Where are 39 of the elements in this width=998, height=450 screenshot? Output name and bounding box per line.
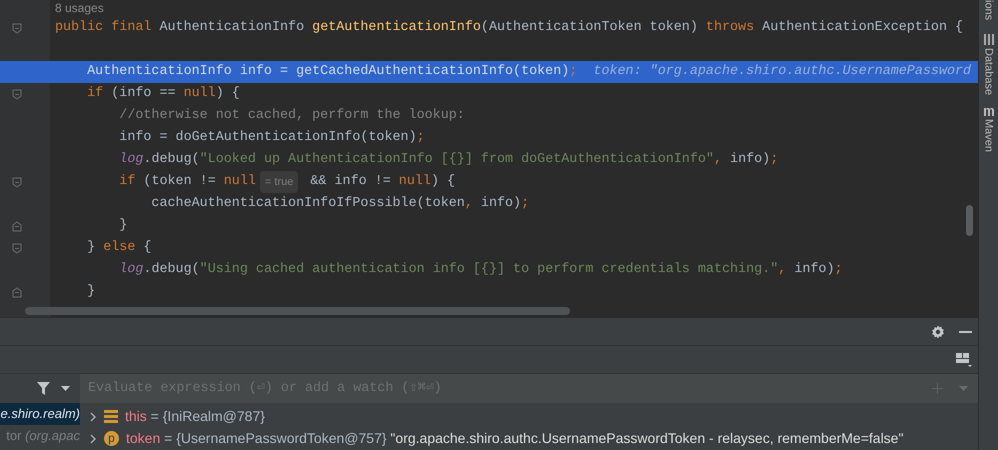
code-line: public final AuthenticationInfo getAuthenticationInfo(AuthenticationToken token) throws AuthenticationException { <box>54 19 964 37</box>
scrollbar-thumb[interactable] <box>25 307 570 315</box>
code-line: log.debug("Looked up AuthenticationInfo [{}] from doGetAuthenticationInfo", info); <box>118 151 778 169</box>
fold-icon[interactable] <box>12 22 22 34</box>
fold-icon[interactable] <box>12 242 22 254</box>
usages-hint: 8 usages <box>54 0 104 17</box>
code-line: AuthenticationInfo info = getCachedAuthenticationInfo(token); token: "org.apache.shiro.authc.UsernamePassword <box>86 63 972 81</box>
variable-entry: token = {UsernamePasswordToken@757} "org.apache.shiro.authc.UsernamePasswordToken - relaysec, rememberMe=false" <box>126 429 904 448</box>
stack-frame[interactable]: e.shiro.realm) <box>0 402 80 425</box>
code-line: if (token != null = true && info != null) { <box>50 171 456 193</box>
layout-icon[interactable] <box>956 352 972 367</box>
code-line: } <box>118 217 128 235</box>
add-icon[interactable] <box>932 382 943 394</box>
scrollbar-thumb[interactable] <box>966 205 973 236</box>
field-icon <box>104 410 118 424</box>
dropdown-icon[interactable] <box>61 386 70 391</box>
code-line: if (info == null) { <box>86 85 240 103</box>
code-line: info = doGetAuthenticationInfo(token); <box>118 129 425 147</box>
parameter-badge: p <box>104 431 119 446</box>
filter-icon[interactable] <box>37 382 50 395</box>
database-icon <box>984 34 994 46</box>
tool-window-tab[interactable]: Database <box>982 48 996 96</box>
code-line: cacheAuthenticationInfoIfPossible(token, info); <box>150 195 530 213</box>
minimize-icon[interactable] <box>959 330 972 333</box>
tool-window-tab[interactable]: ions <box>982 0 996 20</box>
code-line: log.debug("Using cached authentication info [{}] to perform credentials matching.", info); <box>118 261 843 279</box>
expand-chevron-icon[interactable] <box>90 434 97 444</box>
code-line: } <box>86 283 96 301</box>
variable-entry: this = {IniRealm@787} <box>125 407 265 426</box>
code-line: //otherwise not cached, perform the lookup: <box>118 107 465 125</box>
settings-icon[interactable] <box>931 324 945 339</box>
code-line: } else { <box>86 239 152 257</box>
tool-window-tab[interactable]: Maven <box>982 119 996 152</box>
fold-icon[interactable] <box>12 286 22 298</box>
expand-chevron-icon[interactable] <box>90 412 97 422</box>
fold-icon[interactable] <box>12 220 22 232</box>
maven-icon <box>982 107 994 116</box>
fold-icon[interactable] <box>12 88 22 100</box>
fold-icon[interactable] <box>12 176 22 188</box>
